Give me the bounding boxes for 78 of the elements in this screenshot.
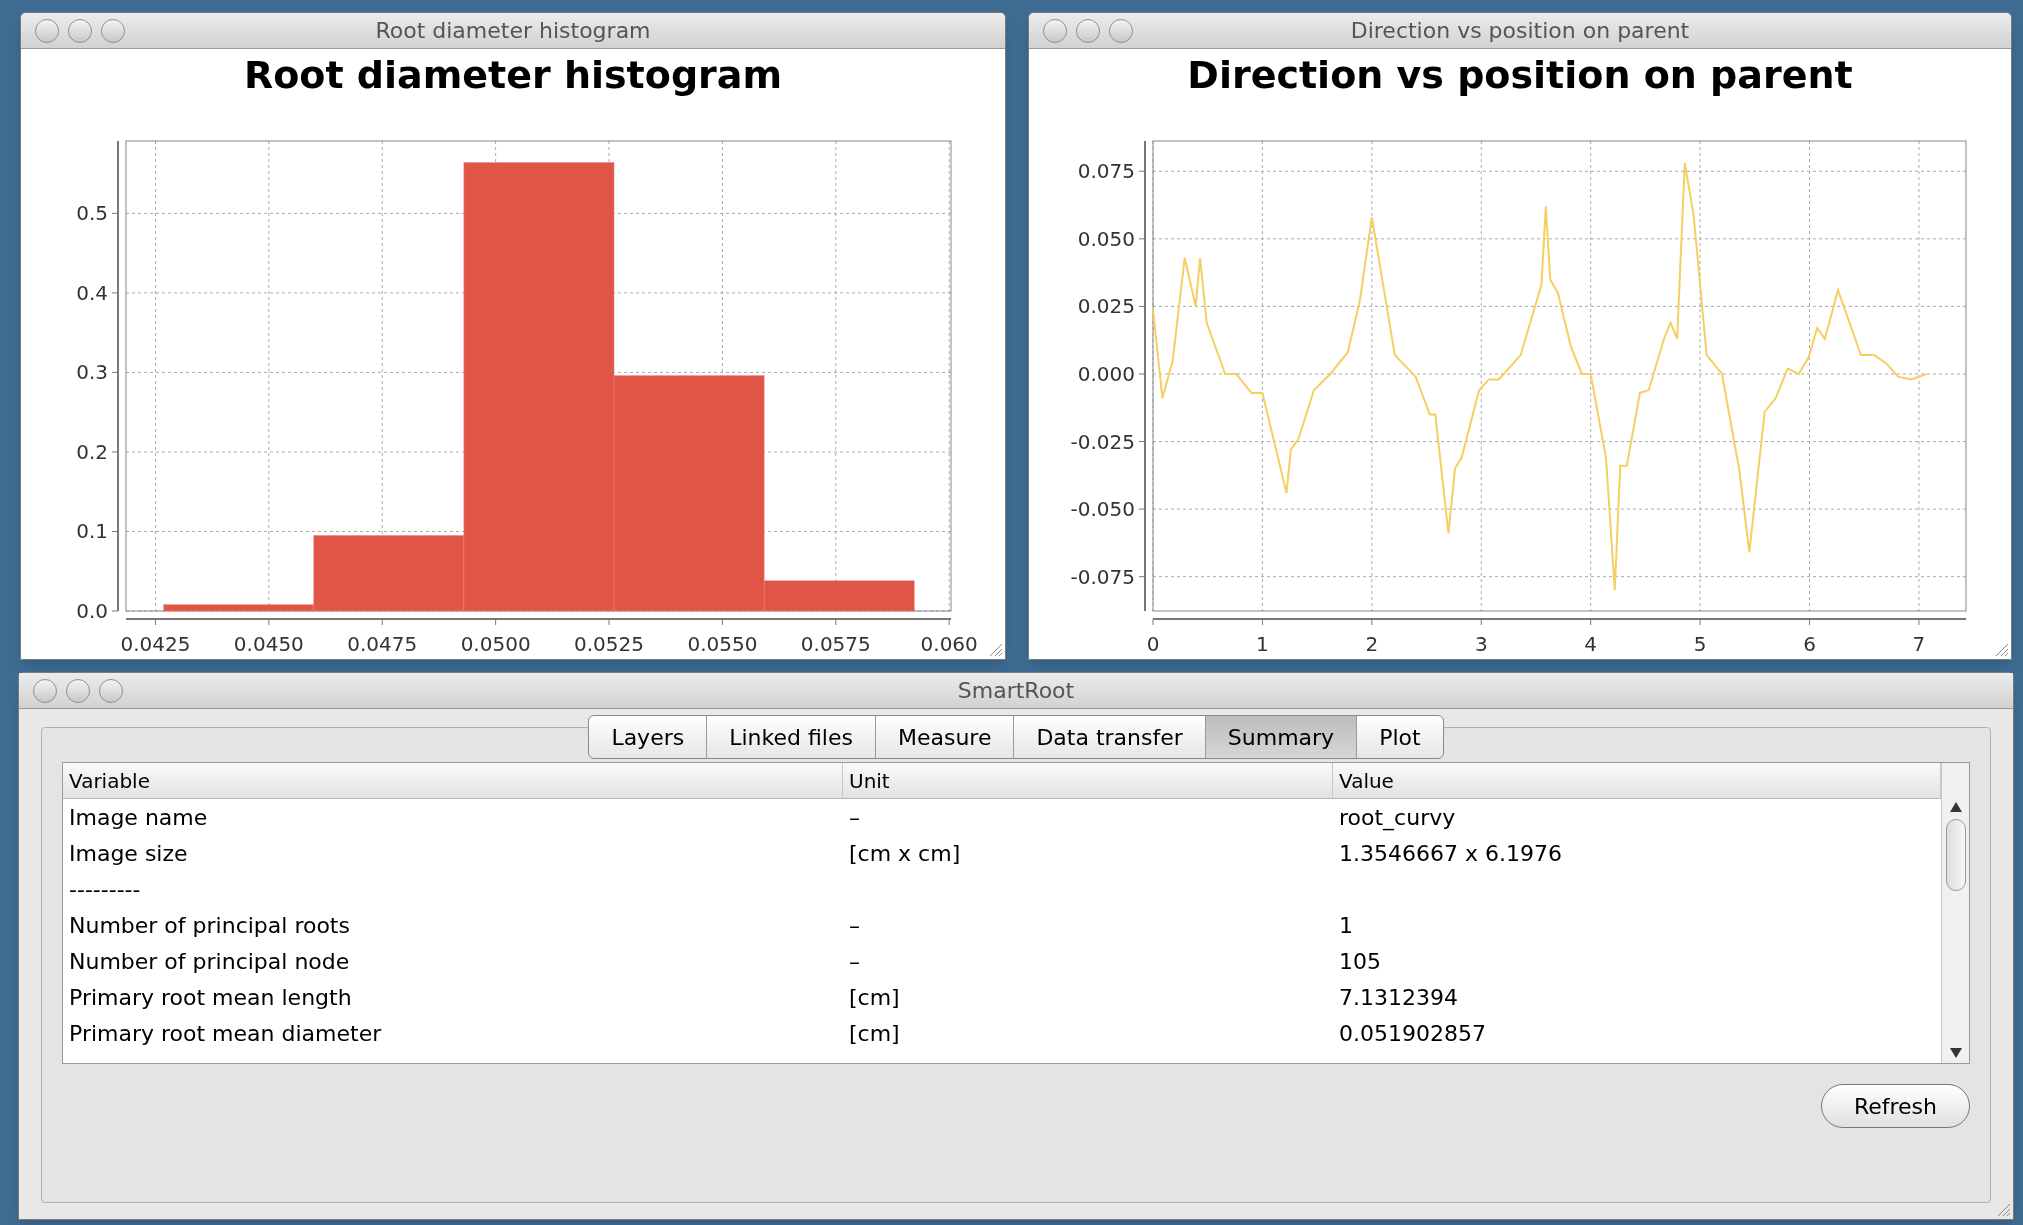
chart-title: Root diameter histogram <box>243 51 783 99</box>
table-cell-text: [cm x cm] <box>848 839 962 868</box>
window-control-button[interactable] <box>35 18 59 43</box>
window-control-button[interactable] <box>99 678 123 703</box>
x-tick-label: 0 <box>1146 632 1160 656</box>
table-cell-text: Image size <box>68 839 189 868</box>
scroll-up-icon[interactable] <box>1948 801 1963 813</box>
table-cell-text: – <box>848 911 861 940</box>
tab[interactable]: Layers <box>589 716 708 758</box>
window-control-button[interactable] <box>1076 18 1100 43</box>
x-tick-label: 3 <box>1474 632 1488 656</box>
table-cell-text: Image name <box>68 803 209 832</box>
window-control-button[interactable] <box>68 18 92 43</box>
table-cell-text: Number of principal roots <box>68 911 351 940</box>
scrollbar-thumb[interactable] <box>1945 819 1966 891</box>
refresh-button[interactable]: Refresh <box>1820 1084 1970 1128</box>
x-tick-label: 0.0425 <box>120 632 191 656</box>
y-tick-label: 0.075 <box>1077 159 1135 184</box>
y-tick-label: 0.025 <box>1077 294 1135 319</box>
y-tick-label: 0.050 <box>1077 226 1135 251</box>
y-tick-label: 0.1 <box>76 519 108 544</box>
resize-grip-icon[interactable] <box>987 641 1003 657</box>
table-cell-text: 7.1312394 <box>1338 983 1459 1012</box>
y-tick-label: 0.000 <box>1077 361 1135 386</box>
scroll-down-icon[interactable] <box>1948 1047 1963 1059</box>
table-cell-text: – <box>848 803 861 832</box>
x-tick-label: 0.0500 <box>460 632 531 656</box>
window-control-button[interactable] <box>66 678 90 703</box>
x-tick-label: 0.060 <box>920 632 978 656</box>
y-tick-label: 0.2 <box>76 439 108 464</box>
tab[interactable]: Data transfer <box>1014 716 1206 758</box>
table-cell-text: Primary root mean length <box>68 983 353 1012</box>
x-tick-label: 1 <box>1256 632 1269 656</box>
x-tick-label: 0.0525 <box>574 632 644 656</box>
window-title: SmartRoot <box>957 677 1075 705</box>
column-header[interactable]: Unit <box>843 763 1333 798</box>
tab[interactable]: Summary <box>1205 716 1358 758</box>
x-tick-label: 0.0575 <box>800 632 871 656</box>
x-tick-label: 6 <box>1803 632 1816 656</box>
y-tick-label: 0.0 <box>76 599 108 623</box>
chart-title: Direction vs position on parent <box>1187 51 1853 99</box>
column-header[interactable]: Variable <box>63 763 843 798</box>
x-tick-label: 0.0550 <box>687 632 758 656</box>
y-tick-label: -0.025 <box>1070 429 1135 454</box>
y-tick-label: 0.5 <box>76 201 108 226</box>
table-cell-text: --------- <box>68 875 142 904</box>
x-tick-label: 0.0450 <box>233 632 304 656</box>
table-cell-text: 1.3546667 x 6.1976 <box>1338 839 1563 868</box>
window-title: Direction vs position on parent <box>1350 17 1690 45</box>
x-tick-label: 0.0475 <box>347 632 418 656</box>
window-control-button[interactable] <box>101 18 125 43</box>
table-cell-text: [cm] <box>848 983 901 1012</box>
window-title: Root diameter histogram <box>375 17 651 45</box>
tab[interactable]: Plot <box>1357 716 1443 758</box>
table-cell-text: root_curvy <box>1338 803 1457 833</box>
window-control-button[interactable] <box>33 678 57 703</box>
table-cell-text: [cm] <box>848 1019 901 1048</box>
tab[interactable]: Measure <box>875 716 1015 758</box>
tab[interactable]: Linked files <box>707 716 876 758</box>
y-tick-label: -0.050 <box>1070 497 1135 522</box>
resize-grip-icon[interactable] <box>1995 1201 2011 1217</box>
table-cell-text: Number of principal node <box>68 947 351 976</box>
y-tick-label: 0.4 <box>76 280 108 305</box>
x-tick-label: 7 <box>1912 632 1926 656</box>
scrollbar[interactable] <box>1941 763 1969 1063</box>
x-tick-label: 4 <box>1584 632 1598 656</box>
x-tick-label: 5 <box>1693 632 1707 656</box>
x-tick-label: 2 <box>1365 632 1379 656</box>
table-cell-text: 1 <box>1338 911 1354 940</box>
window-control-button[interactable] <box>1043 18 1067 43</box>
table-cell-text: 0.051902857 <box>1338 1019 1487 1048</box>
table-cell-text: Primary root mean diameter <box>68 1019 383 1048</box>
window-control-button[interactable] <box>1109 18 1133 43</box>
table-cell-text: 105 <box>1338 947 1382 976</box>
y-tick-label: 0.3 <box>76 360 108 385</box>
table-cell-text: – <box>848 947 861 976</box>
resize-grip-icon[interactable] <box>1993 641 2009 657</box>
y-tick-label: -0.075 <box>1070 564 1135 589</box>
